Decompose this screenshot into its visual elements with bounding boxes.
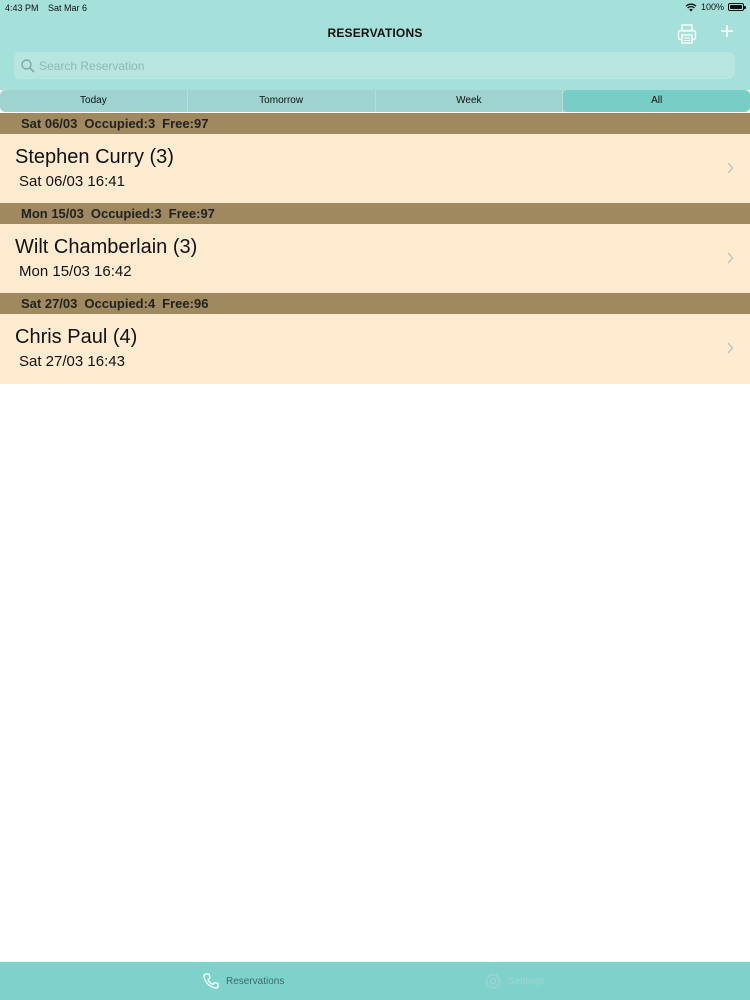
reservation-row[interactable]: Wilt Chamberlain (3) Mon 15/03 16:42 bbox=[0, 224, 750, 294]
page-title: RESERVATIONS bbox=[327, 26, 423, 40]
section-header: Sat 06/03 Occupied:3 Free:97 bbox=[0, 113, 750, 134]
chevron-right-icon bbox=[727, 252, 734, 264]
gear-icon bbox=[485, 972, 501, 990]
section-header: Mon 15/03 Occupied:3 Free:97 bbox=[0, 203, 750, 224]
reservation-datetime: Mon 15/03 16:42 bbox=[19, 263, 132, 280]
section-date: Sat 06/03 bbox=[21, 116, 78, 131]
section-free: Free:96 bbox=[162, 296, 209, 311]
phone-icon bbox=[203, 973, 219, 989]
chevron-right-icon bbox=[727, 342, 734, 354]
search-input[interactable] bbox=[39, 58, 719, 73]
section-occupied: Occupied:3 bbox=[90, 206, 162, 221]
reservation-row[interactable]: Stephen Curry (3) Sat 06/03 16:41 bbox=[0, 134, 750, 204]
status-bar: 4:43 PM Sat Mar 6 100% bbox=[0, 0, 750, 16]
reservation-datetime: Sat 06/03 16:41 bbox=[19, 173, 125, 190]
plus-icon[interactable]: + bbox=[716, 20, 738, 44]
tab-bar: Reservations Settings bbox=[0, 962, 750, 1000]
nav-bar: RESERVATIONS + bbox=[0, 16, 750, 90]
reservation-name: Chris Paul (4) bbox=[15, 326, 138, 348]
section-header: Sat 27/03 Occupied:4 Free:96 bbox=[0, 293, 750, 314]
section-free: Free:97 bbox=[162, 116, 209, 131]
reservation-row[interactable]: Chris Paul (4) Sat 27/03 16:43 bbox=[0, 314, 750, 384]
status-right: 100% bbox=[685, 2, 746, 12]
segment-today[interactable]: Today bbox=[0, 90, 188, 112]
reservation-name: Wilt Chamberlain (3) bbox=[15, 236, 198, 258]
tab-settings[interactable]: Settings bbox=[484, 962, 544, 1000]
section-free: Free:97 bbox=[168, 206, 215, 221]
date-filter-segmented-control: Today Tomorrow Week All bbox=[0, 90, 750, 112]
chevron-right-icon bbox=[727, 162, 734, 174]
section-date: Sat 27/03 bbox=[21, 296, 78, 311]
battery-icon bbox=[728, 3, 746, 11]
search-icon bbox=[21, 58, 35, 72]
battery-percent: 100% bbox=[700, 2, 724, 12]
segment-tomorrow[interactable]: Tomorrow bbox=[188, 90, 376, 112]
section-occupied: Occupied:3 bbox=[84, 116, 156, 131]
section-date: Mon 15/03 bbox=[21, 206, 84, 221]
tab-settings-label: Settings bbox=[508, 975, 545, 987]
search-bar[interactable] bbox=[14, 52, 735, 79]
status-time: 4:43 PM bbox=[5, 3, 39, 13]
printer-icon[interactable] bbox=[676, 23, 698, 45]
wifi-icon bbox=[685, 3, 697, 11]
tab-reservations[interactable]: Reservations bbox=[202, 962, 284, 1000]
app-window: 4:43 PM Sat Mar 6 100% RESERVATIONS + Se… bbox=[0, 0, 750, 1000]
tab-reservations-label: Reservations bbox=[226, 975, 285, 987]
status-date: Sat Mar 6 bbox=[48, 3, 88, 13]
reservation-name: Stephen Curry (3) bbox=[15, 146, 174, 168]
segment-week[interactable]: Week bbox=[376, 90, 564, 112]
section-occupied: Occupied:4 bbox=[84, 296, 156, 311]
reservation-datetime: Sat 27/03 16:43 bbox=[19, 353, 125, 370]
segment-all[interactable]: All bbox=[563, 90, 750, 112]
